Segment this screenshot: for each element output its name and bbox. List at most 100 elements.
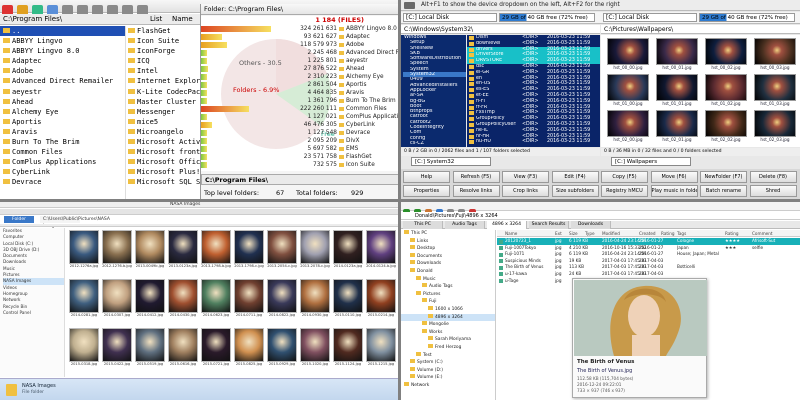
size-row[interactable]: 1 127 548 Devrace <box>201 129 398 137</box>
tab[interactable]: 4896 x 3264 <box>487 221 527 229</box>
tree-item[interactable]: 4896 x 3264 <box>401 313 495 322</box>
size-row[interactable]: 2 095 209 DivX <box>201 137 398 145</box>
thumbnail[interactable]: 2014-0412.jpg <box>135 279 165 325</box>
list-item[interactable]: Microsoft Office <box>126 157 200 167</box>
thumbnail[interactable]: 2014-0307.jpg <box>102 279 132 325</box>
list-item[interactable]: Icon Suite <box>126 36 200 46</box>
column-header[interactable]: Tags <box>677 230 686 237</box>
thumbnail[interactable]: hst_00_03.jpg <box>754 38 796 72</box>
thumbnail[interactable]: hst_00_02.jpg <box>705 38 747 72</box>
list-item[interactable]: Alchemy Eye <box>0 107 125 117</box>
column-header[interactable]: Rating <box>661 230 675 237</box>
list-item[interactable]: Adaptec <box>0 56 125 66</box>
list-item[interactable]: ABBYY Lingvo <box>0 36 125 46</box>
right-drive-select[interactable]: [C:] Local Disk <box>603 13 697 22</box>
action-button[interactable]: Properties <box>403 185 450 197</box>
list-item[interactable]: Microsoft ActiveSync <box>126 137 200 147</box>
action-button[interactable]: Shred <box>749 185 797 197</box>
thumbnail[interactable]: 2013-2054-c.jpg <box>267 230 297 276</box>
list-item[interactable]: ComPlus Applications <box>0 157 125 167</box>
tree-item[interactable]: Mongolie <box>401 321 495 329</box>
column-header[interactable]: Created <box>639 230 656 237</box>
file-row[interactable]: hu-HU <DIR> 2016-03-23 11:59 <box>467 139 600 145</box>
thumbnail[interactable]: 2015-0616.jpg <box>168 328 198 374</box>
thumbnail[interactable]: hst_01_01.jpg <box>656 74 698 108</box>
size-row[interactable]: 324 261 631 ABBYY Lingvo 8.0 <box>201 25 398 33</box>
tree-item[interactable]: Sarah Moriyama <box>401 336 495 344</box>
action-button[interactable]: Play music in folder <box>650 185 698 197</box>
thumbnail[interactable]: 2015-1215.jpg <box>366 328 396 374</box>
list-item[interactable]: Messenger <box>126 107 200 117</box>
action-button[interactable]: Help <box>403 171 450 183</box>
action-button[interactable]: Crop links <box>502 185 549 197</box>
list-item[interactable]: CyberLink <box>0 167 125 177</box>
thumbnail[interactable]: 2014-0623.jpg <box>201 279 231 325</box>
address-bar[interactable]: C:\Users\Public\Pictures\NASA Images <box>40 216 110 229</box>
thumbnail[interactable]: 2015-0110.jpg <box>333 279 363 325</box>
address-bar[interactable]: Donald\Pictures\Fuji\4896 x 3264 <box>401 212 800 220</box>
action-button[interactable]: Registry hMCU <box>601 185 648 197</box>
tree-item[interactable]: Links <box>401 237 495 246</box>
column-header[interactable]: Type <box>585 230 595 237</box>
column-header[interactable]: Comment <box>752 230 773 237</box>
action-button[interactable]: Batch rename <box>700 185 747 197</box>
list-item[interactable]: mice5 <box>126 117 200 127</box>
table-row[interactable]: Suspicious Minds jpg 19 KB 2017-04-03 17:45… <box>497 258 800 265</box>
table-row[interactable]: 20120723_1 jpg 6 119 KB 2016-04-24 23:14:59… <box>497 238 800 245</box>
thumbnail[interactable]: hst_02_00.jpg <box>607 110 649 144</box>
list-item[interactable]: IconForge <box>126 46 200 56</box>
list-item[interactable]: Microsoft SQL Server <box>126 177 200 187</box>
thumbnail[interactable]: hst_00_00.jpg <box>607 38 649 72</box>
thumbnail[interactable]: 2015-1020.jpg <box>300 328 330 374</box>
action-button[interactable]: Resolve links <box>452 185 500 197</box>
tree-item[interactable]: Fuji <box>401 298 495 306</box>
size-row[interactable]: 222 260 111 Common Files <box>201 105 398 113</box>
thumbnail[interactable]: 2014-0430.jpg <box>168 279 198 325</box>
thumbnail[interactable]: 2013-0123a.jpg <box>168 230 198 276</box>
tab[interactable]: Search Results <box>529 221 569 229</box>
thumbnail[interactable]: 2015-0825.jpg <box>234 328 264 374</box>
tree-item[interactable]: Downloads <box>401 260 495 268</box>
list-item[interactable]: Microsoft Plus! <box>126 167 200 177</box>
left-drive-select[interactable]: [C:] Local Disk <box>403 13 497 22</box>
thumbnail[interactable]: 2014-0124-b.jpg <box>366 230 396 276</box>
table-row[interactable]: Fuji-1071 jpg 6 119 KB 2016-04-24 23:14:59 2… <box>497 251 800 258</box>
tree-item[interactable]: Audio Tags <box>401 283 495 291</box>
table-row[interactable]: Fuji-1007Tokyo jpg 4 210 KB 2016-10-16 15:3… <box>497 245 800 252</box>
column-header[interactable]: Name <box>505 230 517 237</box>
list-item[interactable]: aeyestr <box>0 87 125 97</box>
thumbnail[interactable]: hst_02_03.jpg <box>754 110 796 144</box>
thumbnail[interactable]: hst_00_01.jpg <box>656 38 698 72</box>
thumbnail[interactable]: 2014-0281.jpg <box>69 279 99 325</box>
thumbnail[interactable]: hst_01_00.jpg <box>607 74 649 108</box>
list-item[interactable]: Advanced Direct Remailer <box>0 76 125 86</box>
action-button[interactable]: Delete (F8) <box>749 171 797 183</box>
size-row[interactable]: 23 571 758 FlashGet <box>201 153 398 161</box>
ribbon-tab-folder[interactable]: Folder <box>4 216 34 223</box>
action-button[interactable]: Refresh (F5) <box>452 171 500 183</box>
tree-item[interactable]: Works <box>401 328 495 337</box>
tree-item[interactable]: Volume (D:) <box>401 366 495 375</box>
action-button[interactable]: Edit (F4) <box>551 171 599 183</box>
list-item[interactable]: Intel <box>126 66 200 76</box>
list-item[interactable]: Microangelo <box>126 127 200 137</box>
tree-item[interactable]: Test <box>401 351 495 360</box>
list-item[interactable]: K-Lite CodecPack <box>126 87 200 97</box>
thumbnail[interactable]: 2014-0930.jpg <box>300 279 330 325</box>
list-item[interactable]: FlashGet <box>126 26 200 36</box>
thumbnail[interactable]: 2015-0214.jpg <box>366 279 396 325</box>
tree-item[interactable]: This PC <box>401 230 495 238</box>
list-item[interactable]: Aportis <box>0 117 125 127</box>
thumbnail[interactable]: hst_02_01.jpg <box>656 110 698 144</box>
left-path-bar[interactable]: C:\Program Files\ List Name <box>0 14 200 25</box>
table-row[interactable]: u-17-kawa jpg 24 KB 2017-04-03 17:45:33 2017… <box>497 271 800 278</box>
list-item[interactable]: Master Cluster <box>126 97 200 107</box>
tree-item[interactable]: Network <box>401 381 495 390</box>
filter-dropdown[interactable]: List <box>150 14 162 25</box>
size-row[interactable]: 27 876 522 Ahead <box>201 65 398 73</box>
thumbnail[interactable]: 2013-0049b.jpg <box>135 230 165 276</box>
list-item[interactable]: Microsoft frontpage <box>126 147 200 157</box>
tree-item[interactable]: 1600 x 1066 <box>401 305 495 314</box>
sort-dropdown[interactable]: Name <box>172 14 193 25</box>
list-item[interactable]: Internet Explorer <box>126 76 200 86</box>
